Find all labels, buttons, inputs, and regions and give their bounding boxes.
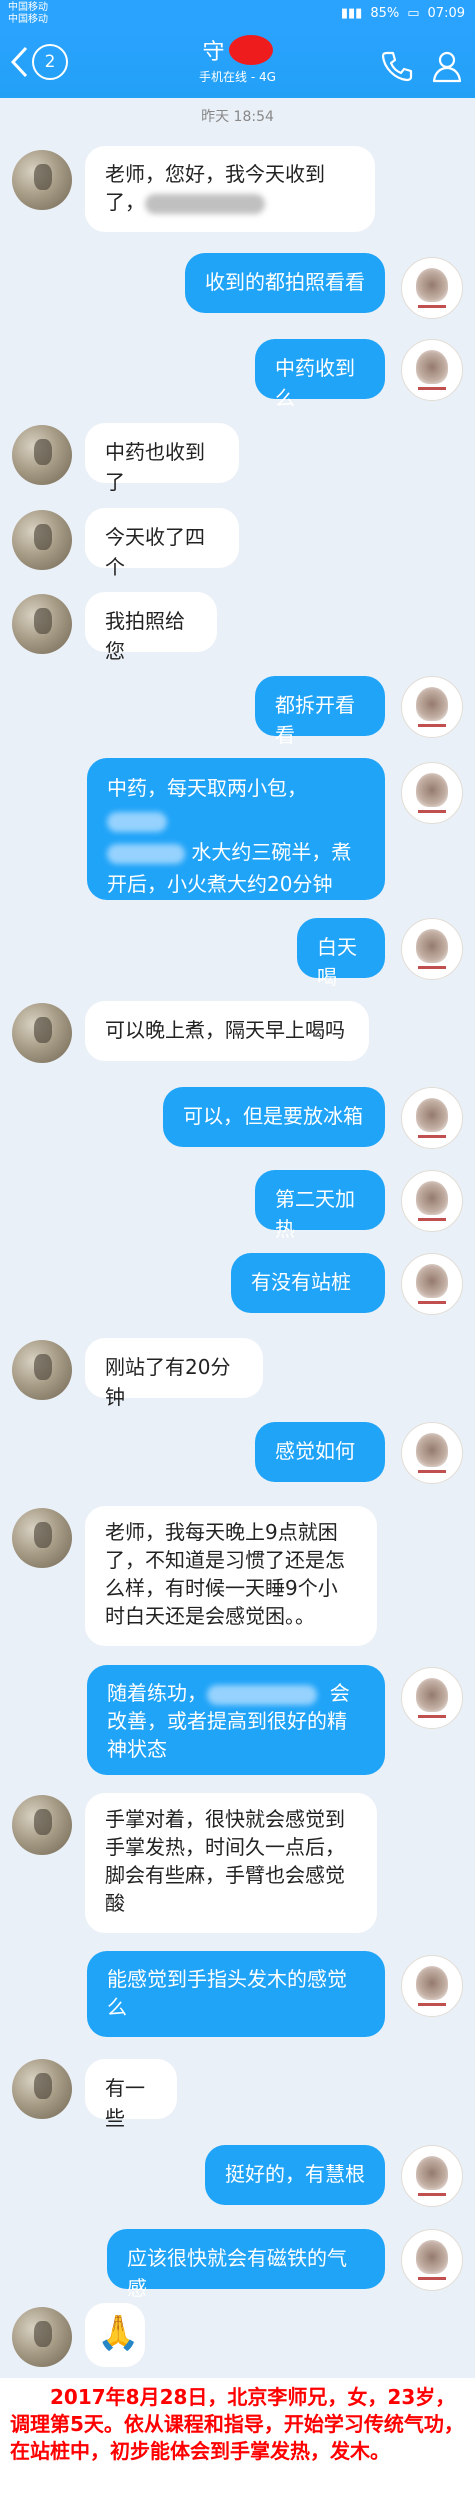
my-avatar[interactable]	[401, 918, 463, 980]
message-bubble[interactable]: 有没有站桩	[231, 1253, 385, 1313]
redacted-text	[207, 1684, 317, 1705]
my-avatar[interactable]	[401, 1170, 463, 1232]
status-right: ▮▮▮ 85% ▭ 07:09	[341, 6, 465, 21]
message-bubble[interactable]: 都拆开看看	[255, 676, 385, 747]
message-bubble[interactable]: 老师，您好，我今天收到了，	[85, 146, 375, 232]
redaction-mark	[228, 35, 273, 65]
sender-avatar[interactable]	[12, 1003, 72, 1063]
redacted-text	[145, 193, 265, 214]
message-bubble[interactable]: 收到的都拍照看看	[185, 253, 385, 313]
signal-icon: ▮▮▮	[340, 6, 363, 21]
redacted-text	[107, 811, 167, 832]
message-bubble[interactable]: 感觉如何	[255, 1422, 385, 1482]
my-avatar[interactable]	[401, 2145, 463, 2207]
sender-avatar[interactable]	[12, 2307, 72, 2367]
sender-avatar[interactable]	[12, 150, 72, 210]
message-timestamp: 昨天 18:54	[201, 109, 274, 125]
contact-info-button[interactable]	[429, 48, 465, 84]
message-bubble[interactable]: 随着练功， 会改善，或者提高到很好的精神状态	[87, 1665, 385, 1775]
message-bubble[interactable]: 第二天加热	[255, 1170, 385, 1241]
sender-avatar[interactable]	[12, 2059, 72, 2119]
battery-level: 85%	[370, 6, 400, 21]
my-avatar[interactable]	[401, 676, 463, 738]
carriers: 中国移动 中国移动	[8, 2, 48, 26]
message-bubble[interactable]: 能感觉到手指头发木的感觉么	[87, 1951, 385, 2037]
carrier-1: 中国移动	[8, 2, 48, 13]
message-bubble[interactable]: 可以，但是要放冰箱	[163, 1087, 385, 1147]
message-bubble[interactable]: 挺好的，有慧根	[205, 2145, 385, 2205]
phone-button[interactable]	[379, 48, 415, 84]
message-bubble[interactable]: 今天收了四个	[85, 508, 239, 579]
redacted-text	[107, 843, 185, 864]
phone-icon	[381, 51, 413, 82]
my-avatar[interactable]	[401, 1253, 463, 1315]
message-bubble[interactable]: 中药也收到了	[85, 423, 239, 494]
message-bubble[interactable]: 白天喝	[297, 918, 385, 989]
sender-avatar[interactable]	[12, 425, 72, 485]
message-text: 中药，每天取两小包，	[107, 776, 307, 800]
my-avatar[interactable]	[401, 339, 463, 401]
sender-avatar[interactable]	[12, 1508, 72, 1568]
message-bubble[interactable]: 老师，我每天晚上9点就困了，不知道是习惯了还是怎么样，有时候一天睡9个小时白天还…	[85, 1506, 377, 1646]
message-bubble[interactable]: 🙏	[85, 2303, 145, 2367]
contact-name: 守	[202, 40, 225, 65]
message-bubble[interactable]: 应该很快就会有磁铁的气感	[107, 2229, 385, 2300]
message-bubble[interactable]: 刚站了有20分钟	[85, 1338, 263, 1409]
my-avatar[interactable]	[401, 1667, 463, 1729]
message-bubble[interactable]: 手掌对着，很快就会感觉到手掌发热，时间久一点后，脚会有些麻，手臂也会感觉酸	[85, 1793, 377, 1933]
message-bubble[interactable]: 中药收到么	[255, 339, 385, 410]
chat-header: 2 守 手机在线 - 4G	[0, 28, 475, 98]
battery-icon: ▭	[407, 6, 420, 21]
sender-avatar[interactable]	[12, 510, 72, 570]
message-bubble[interactable]: 有一些	[85, 2059, 177, 2130]
my-avatar[interactable]	[401, 1422, 463, 1484]
contact-icon	[432, 51, 462, 83]
message-bubble[interactable]: 中药，每天取两小包， 水大约三碗半，煮开后，小火煮大约20分钟	[87, 758, 385, 900]
message-bubble[interactable]: 我拍照给您	[85, 592, 217, 663]
message-bubble[interactable]: 可以晚上煮，隔天早上喝吗	[85, 1001, 369, 1061]
sender-avatar[interactable]	[12, 1340, 72, 1400]
message-text: 随着练功，	[107, 1681, 207, 1705]
my-avatar[interactable]	[401, 2229, 463, 2291]
my-avatar[interactable]	[401, 1955, 463, 2017]
status-bar: 中国移动 中国移动 ▮▮▮ 85% ▭ 07:09	[0, 0, 475, 28]
sender-avatar[interactable]	[12, 1795, 72, 1855]
sender-avatar[interactable]	[12, 594, 72, 654]
my-avatar[interactable]	[401, 257, 463, 319]
my-avatar[interactable]	[401, 762, 463, 824]
caption-text: 2017年8月28日，北京李师兄，女，23岁，调理第5天。依从课程和指导，开始学…	[0, 2378, 475, 2500]
clock: 07:09	[427, 6, 465, 21]
my-avatar[interactable]	[401, 1087, 463, 1149]
carrier-2: 中国移动	[8, 14, 48, 25]
